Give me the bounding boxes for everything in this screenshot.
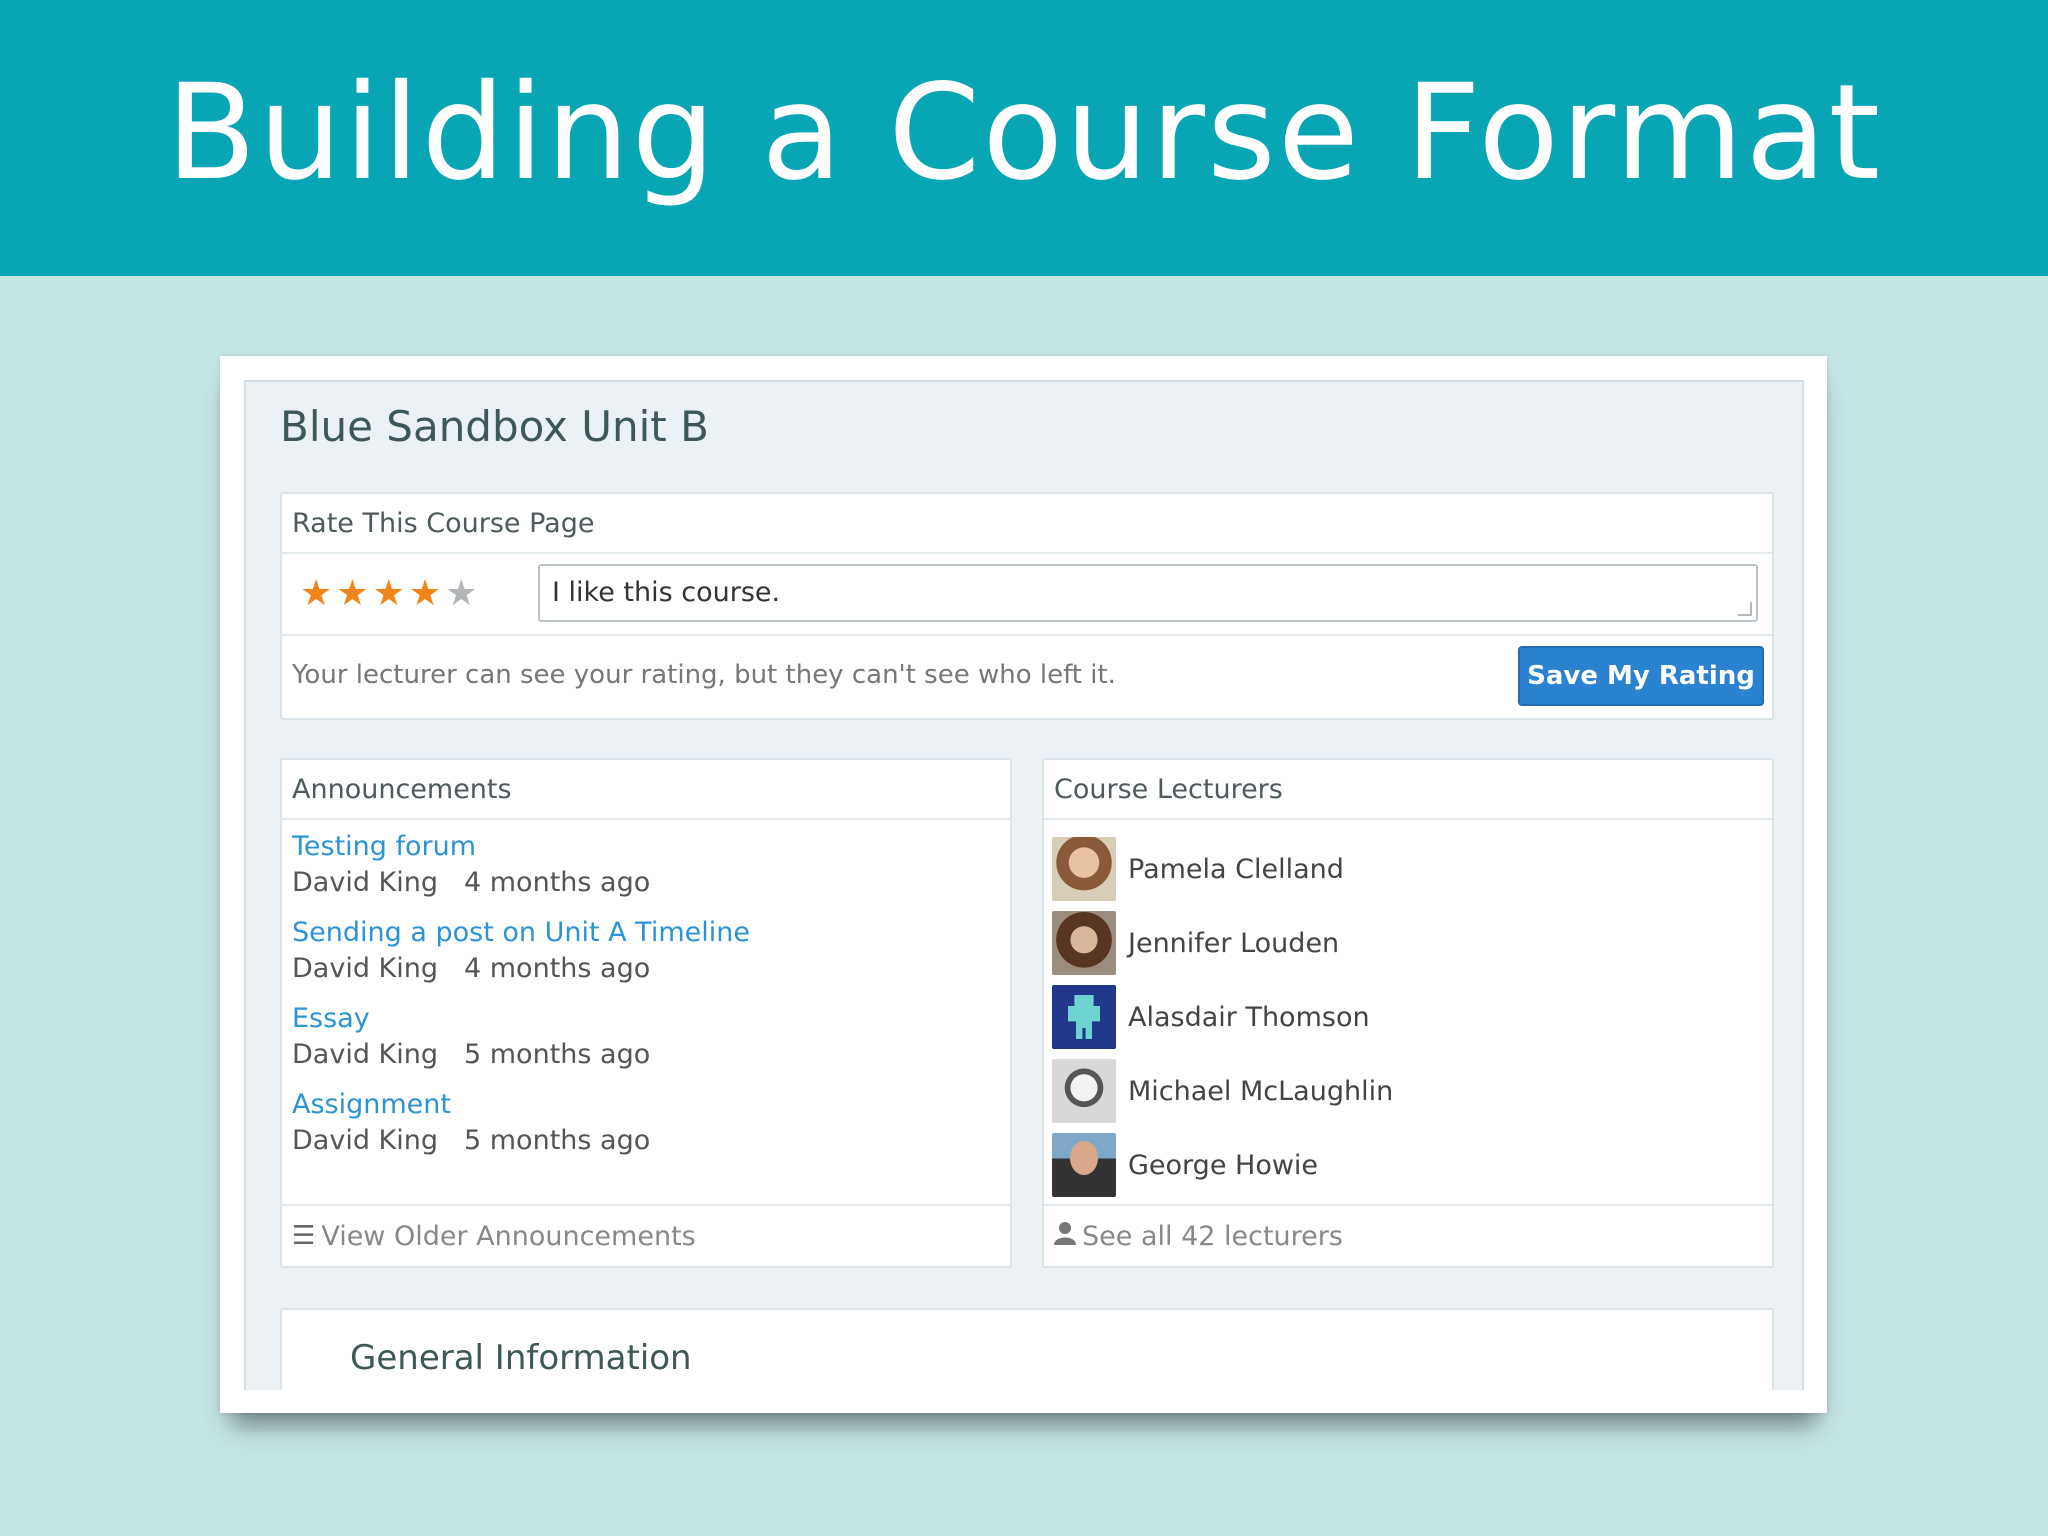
- rating-footer: Your lecturer can see your rating, but t…: [282, 636, 1772, 716]
- lecturers-heading: Course Lecturers: [1044, 760, 1772, 820]
- save-rating-button[interactable]: Save My Rating: [1518, 646, 1764, 706]
- announcement-time: 5 months ago: [464, 1039, 651, 1070]
- rating-privacy-note: Your lecturer can see your rating, but t…: [292, 660, 1116, 690]
- star-icon[interactable]: ★: [409, 574, 441, 614]
- announcement-time: 4 months ago: [464, 953, 651, 984]
- star-icon[interactable]: ★: [445, 574, 477, 614]
- course-page: Blue Sandbox Unit B Rate This Course Pag…: [244, 380, 1804, 1390]
- see-all-lecturers-label: See all 42 lecturers: [1082, 1220, 1343, 1252]
- general-information-title: General Information: [350, 1338, 692, 1378]
- list-item[interactable]: Pamela Clelland: [1052, 832, 1764, 906]
- lecturers-panel: Course Lecturers Pamela Clelland Jennife…: [1042, 758, 1774, 1268]
- lecturer-name: George Howie: [1128, 1149, 1319, 1181]
- list-item[interactable]: Michael McLaughlin: [1052, 1054, 1764, 1128]
- star-icon[interactable]: ★: [373, 574, 405, 614]
- avatar: [1052, 1059, 1116, 1123]
- list-item: Assignment David King 5 months ago: [292, 1088, 1000, 1160]
- avatar: [1052, 911, 1116, 975]
- lecturer-name: Alasdair Thomson: [1128, 1001, 1370, 1033]
- slide-title: Building a Course Format: [165, 56, 1883, 210]
- announcements-panel: Announcements Testing forum David King 4 …: [280, 758, 1012, 1268]
- star-rating[interactable]: ★ ★ ★ ★ ★: [300, 574, 477, 614]
- screenshot-frame: Blue Sandbox Unit B Rate This Course Pag…: [220, 356, 1827, 1413]
- lecturer-name: Pamela Clelland: [1128, 853, 1344, 885]
- announcement-meta: David King 5 months ago: [292, 1122, 1000, 1160]
- list-item: Sending a post on Unit A Timeline David …: [292, 916, 1000, 988]
- slide-banner: Building a Course Format: [0, 0, 2048, 276]
- avatar: [1052, 837, 1116, 901]
- see-all-lecturers-link[interactable]: See all 42 lecturers: [1044, 1204, 1772, 1266]
- general-information-panel: General Information: [280, 1308, 1774, 1390]
- announcement-link[interactable]: Assignment: [292, 1088, 1000, 1122]
- rating-input-row: ★ ★ ★ ★ ★ I like this course.: [282, 554, 1772, 636]
- avatar: [1052, 985, 1116, 1049]
- announcement-meta: David King 4 months ago: [292, 950, 1000, 988]
- view-older-label: View Older Announcements: [321, 1220, 696, 1252]
- announcement-author: David King: [292, 1039, 438, 1070]
- list-item: Testing forum David King 4 months ago: [292, 830, 1000, 902]
- announcement-meta: David King 5 months ago: [292, 1036, 1000, 1074]
- view-older-announcements-link[interactable]: ☰ View Older Announcements: [282, 1204, 1010, 1266]
- list-item[interactable]: Alasdair Thomson: [1052, 980, 1764, 1054]
- lecturers-list: Pamela Clelland Jennifer Louden Alasdair…: [1044, 820, 1772, 1202]
- announcement-time: 5 months ago: [464, 1125, 651, 1156]
- lecturer-name: Michael McLaughlin: [1128, 1075, 1394, 1107]
- announcement-time: 4 months ago: [464, 867, 651, 898]
- rating-heading: Rate This Course Page: [282, 494, 1772, 554]
- rating-panel: Rate This Course Page ★ ★ ★ ★ ★ I like t…: [280, 492, 1774, 720]
- course-title: Blue Sandbox Unit B: [280, 402, 709, 451]
- star-icon[interactable]: ★: [300, 574, 332, 614]
- announcement-link[interactable]: Testing forum: [292, 830, 1000, 864]
- announcement-author: David King: [292, 1125, 438, 1156]
- announcement-author: David King: [292, 953, 438, 984]
- list-item: Essay David King 5 months ago: [292, 1002, 1000, 1074]
- announcement-link[interactable]: Essay: [292, 1002, 1000, 1036]
- avatar: [1052, 1133, 1116, 1197]
- resize-grip-icon[interactable]: [1738, 602, 1752, 616]
- list-icon: ☰: [292, 1221, 316, 1251]
- announcement-link[interactable]: Sending a post on Unit A Timeline: [292, 916, 1000, 950]
- lecturer-name: Jennifer Louden: [1128, 927, 1340, 959]
- announcements-heading: Announcements: [282, 760, 1010, 820]
- list-item[interactable]: George Howie: [1052, 1128, 1764, 1202]
- announcement-author: David King: [292, 867, 438, 898]
- star-icon[interactable]: ★: [336, 574, 368, 614]
- list-item[interactable]: Jennifer Louden: [1052, 906, 1764, 980]
- announcements-list: Testing forum David King 4 months ago Sen…: [282, 820, 1010, 1192]
- user-icon: [1054, 1221, 1076, 1252]
- rating-comment-field[interactable]: I like this course.: [538, 564, 1758, 622]
- rating-comment-text: I like this course.: [552, 577, 781, 608]
- announcement-meta: David King 4 months ago: [292, 864, 1000, 902]
